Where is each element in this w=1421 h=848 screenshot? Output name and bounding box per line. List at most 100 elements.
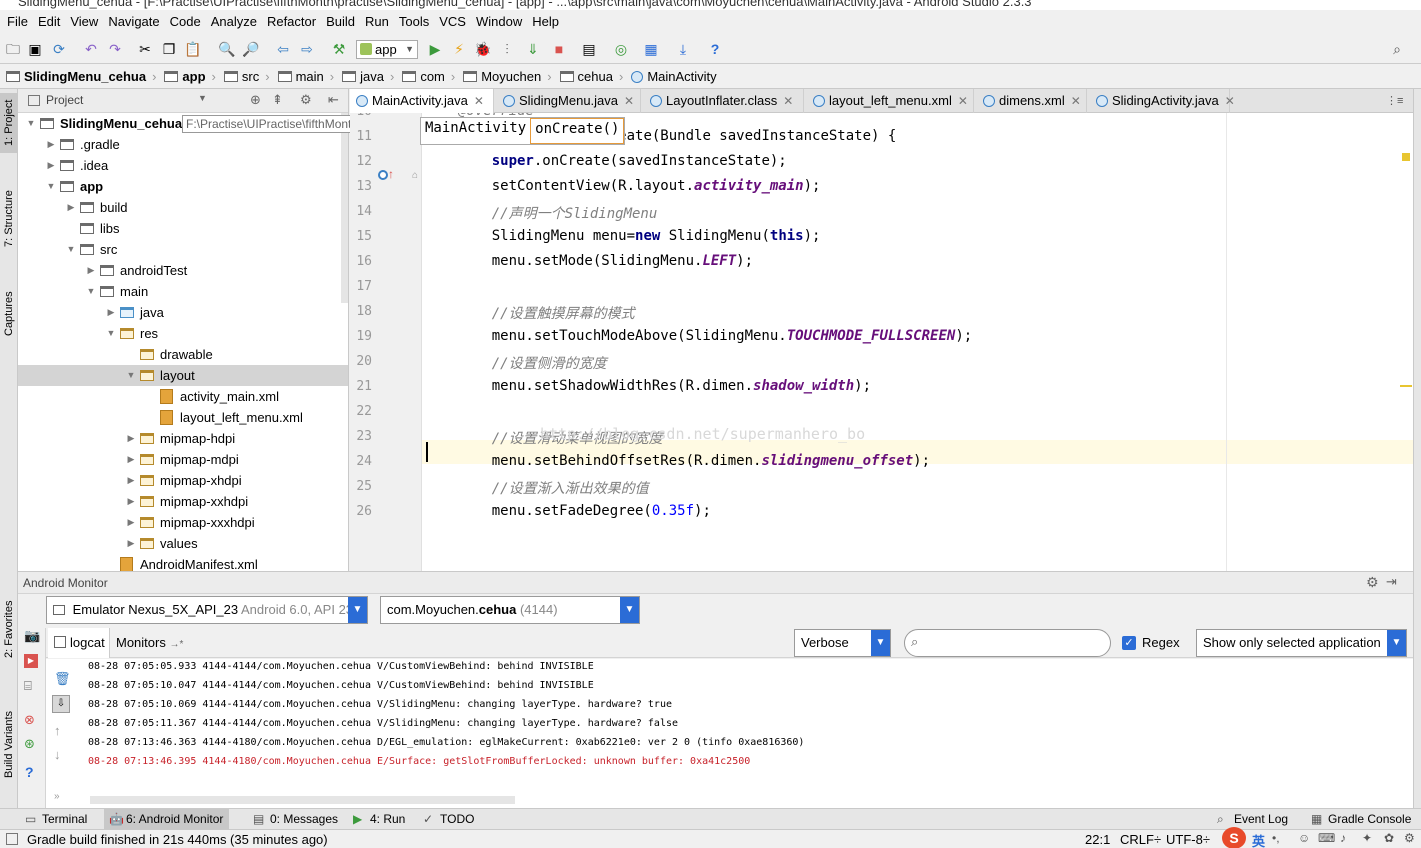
run-icon[interactable]: ▶ — [426, 40, 444, 58]
cut-icon[interactable]: ✂ — [136, 40, 154, 58]
debug-icon[interactable]: 🐞 — [474, 40, 492, 58]
close-tab-icon[interactable]: ✕ — [1071, 94, 1081, 108]
menu-item-view[interactable]: View — [65, 10, 103, 34]
editor-tab[interactable]: SlidingActivity.java ✕ — [1090, 89, 1235, 113]
line-separator[interactable]: CRLF÷ — [1120, 832, 1161, 847]
menu-item-run[interactable]: Run — [360, 10, 394, 34]
menu-item-vcs[interactable]: VCS — [434, 10, 471, 34]
tree-node[interactable]: ▶ mipmap-hdpi — [18, 428, 348, 449]
ime-emoji-icon[interactable]: ☺ — [1298, 831, 1310, 845]
search-everywhere-icon[interactable]: ⌕ — [1388, 40, 1406, 58]
tree-node[interactable]: ▶ build — [18, 197, 348, 218]
settings-gear-icon[interactable]: ⚙ — [1366, 574, 1379, 591]
back-icon[interactable]: ⇦ — [274, 40, 292, 58]
implement-marker-icon[interactable]: ↑ — [388, 167, 394, 181]
menu-item-help[interactable]: Help — [527, 10, 564, 34]
more-icon[interactable]: » — [54, 791, 60, 802]
sync-target-icon[interactable]: ⊕ — [250, 92, 261, 108]
expand-arrow-icon[interactable]: ▼ — [126, 365, 136, 386]
ime-tools-icon[interactable]: ✦ — [1362, 831, 1372, 845]
clear-log-icon[interactable]: 🗑 — [54, 671, 71, 687]
hide-panel-icon[interactable]: ⇥ — [1386, 574, 1397, 590]
ime-keyboard-icon[interactable]: ⌨ — [1318, 831, 1335, 845]
breadcrumb-item[interactable]: java › — [340, 65, 400, 89]
close-tab-icon[interactable]: ✕ — [958, 94, 968, 108]
gc-icon[interactable]: ⊛ — [24, 736, 35, 752]
device-select[interactable]: Emulator Nexus_5X_API_23 Android 6.0, AP… — [46, 596, 368, 624]
log-search-field[interactable]: ⌕ — [904, 629, 1111, 657]
hide-panel-icon[interactable]: ⇤ — [328, 92, 339, 108]
close-tab-icon[interactable]: ✕ — [1225, 94, 1235, 108]
editor-tab[interactable]: MainActivity.java ✕ — [350, 89, 494, 113]
expand-arrow-icon[interactable]: ▼ — [26, 113, 36, 134]
editor-tab[interactable]: SlidingMenu.java ✕ — [497, 89, 641, 113]
ime-logo-icon[interactable]: S — [1222, 827, 1246, 848]
view-dropdown-icon[interactable]: ▼ — [198, 93, 207, 103]
tree-node[interactable]: ▼ main — [18, 281, 348, 302]
tool-tab-build-variants[interactable]: Build Variants — [0, 699, 18, 789]
expand-arrow-icon[interactable]: ▼ — [86, 281, 96, 302]
close-tab-icon[interactable]: ✕ — [474, 94, 484, 108]
caret-position[interactable]: 22:1 — [1085, 832, 1110, 847]
tool-tab-captures[interactable]: Captures — [0, 279, 18, 349]
close-tab-icon[interactable]: ✕ — [624, 94, 634, 108]
ime-skin-icon[interactable]: ✿ — [1384, 831, 1394, 845]
bottom-tab[interactable]: ▭ Terminal — [20, 809, 93, 830]
find-icon[interactable]: 🔍 — [218, 40, 236, 58]
project-view-label[interactable]: Project — [46, 93, 83, 107]
attach-debugger-icon[interactable]: ⇓ — [524, 40, 542, 58]
breadcrumb-method[interactable]: onCreate() — [530, 118, 625, 144]
copy-icon[interactable]: ❐ — [160, 40, 178, 58]
file-encoding[interactable]: UTF-8÷ — [1166, 832, 1210, 847]
save-all-icon[interactable]: ▣ — [26, 40, 44, 58]
ime-punct-icon[interactable]: •, — [1272, 831, 1280, 845]
ime-settings-icon[interactable]: ⚙ — [1404, 831, 1415, 845]
tree-node[interactable]: ▼ res — [18, 323, 348, 344]
collapse-arrow-icon[interactable]: ▶ — [126, 449, 136, 470]
forward-icon[interactable]: ⇨ — [298, 40, 316, 58]
tree-node[interactable]: ▶ androidTest — [18, 260, 348, 281]
profile-icon[interactable]: ⫶ — [498, 40, 516, 58]
menu-item-build[interactable]: Build — [321, 10, 360, 34]
breadcrumb-item[interactable]: SlidingMenu_cehua › — [4, 65, 162, 89]
up-arrow-icon[interactable]: ↑ — [54, 723, 61, 738]
tree-node[interactable]: libs — [18, 218, 348, 239]
menu-item-code[interactable]: Code — [165, 10, 206, 34]
sync-icon[interactable]: ⟳ — [50, 40, 68, 58]
log-level-select[interactable]: Verbose ▼ — [794, 629, 891, 657]
override-marker-icon[interactable] — [378, 170, 388, 180]
open-folder-icon[interactable]: 🗀 — [4, 40, 22, 58]
undo-icon[interactable]: ↶ — [82, 40, 100, 58]
help-icon[interactable]: ? — [25, 764, 34, 780]
tree-node[interactable]: ▶ mipmap-xxhdpi — [18, 491, 348, 512]
help-icon[interactable]: ? — [706, 40, 724, 58]
tree-scrollbar[interactable] — [341, 113, 348, 303]
log-search-input[interactable] — [931, 633, 1101, 653]
collapse-arrow-icon[interactable]: ▶ — [106, 302, 116, 323]
tree-node[interactable]: ▼ app — [18, 176, 348, 197]
expand-arrow-icon[interactable]: ▼ — [66, 239, 76, 260]
menu-item-analyze[interactable]: Analyze — [206, 10, 262, 34]
fold-icon[interactable]: ⌂ — [412, 170, 418, 181]
analysis-status-indicator[interactable] — [1402, 153, 1410, 161]
breadcrumb-item[interactable]: main › — [276, 65, 341, 89]
menu-item-file[interactable]: File — [2, 10, 33, 34]
make-project-icon[interactable]: ⚒ — [330, 40, 348, 58]
tool-tab-favorites[interactable]: 2: Favorites — [0, 589, 18, 669]
collapse-arrow-icon[interactable]: ▶ — [126, 491, 136, 512]
tree-node[interactable]: ▶ mipmap-xhdpi — [18, 470, 348, 491]
tree-node[interactable]: ▶ mipmap-xxxhdpi — [18, 512, 348, 533]
terminate-icon[interactable]: ⊗ — [24, 712, 35, 728]
bottom-tab[interactable]: ✓ TODO — [418, 809, 480, 830]
editor-tab[interactable]: LayoutInflater.class ✕ — [644, 89, 804, 113]
menu-item-refactor[interactable]: Refactor — [262, 10, 321, 34]
breadcrumb-item[interactable]: src › — [222, 65, 276, 89]
menu-item-navigate[interactable]: Navigate — [103, 10, 164, 34]
code-editor[interactable]: 1011121314151617181920212223242526 ↑ ⌂ @… — [350, 113, 1421, 571]
record-icon[interactable]: ▶ — [24, 654, 38, 668]
tree-node[interactable]: drawable — [18, 344, 348, 365]
collapse-arrow-icon[interactable]: ▶ — [46, 134, 56, 155]
avd-manager-icon[interactable]: ▦ — [642, 40, 660, 58]
bottom-tab[interactable]: ⌕ Event Log — [1212, 809, 1294, 830]
apply-changes-icon[interactable]: ⚡ — [450, 40, 468, 58]
